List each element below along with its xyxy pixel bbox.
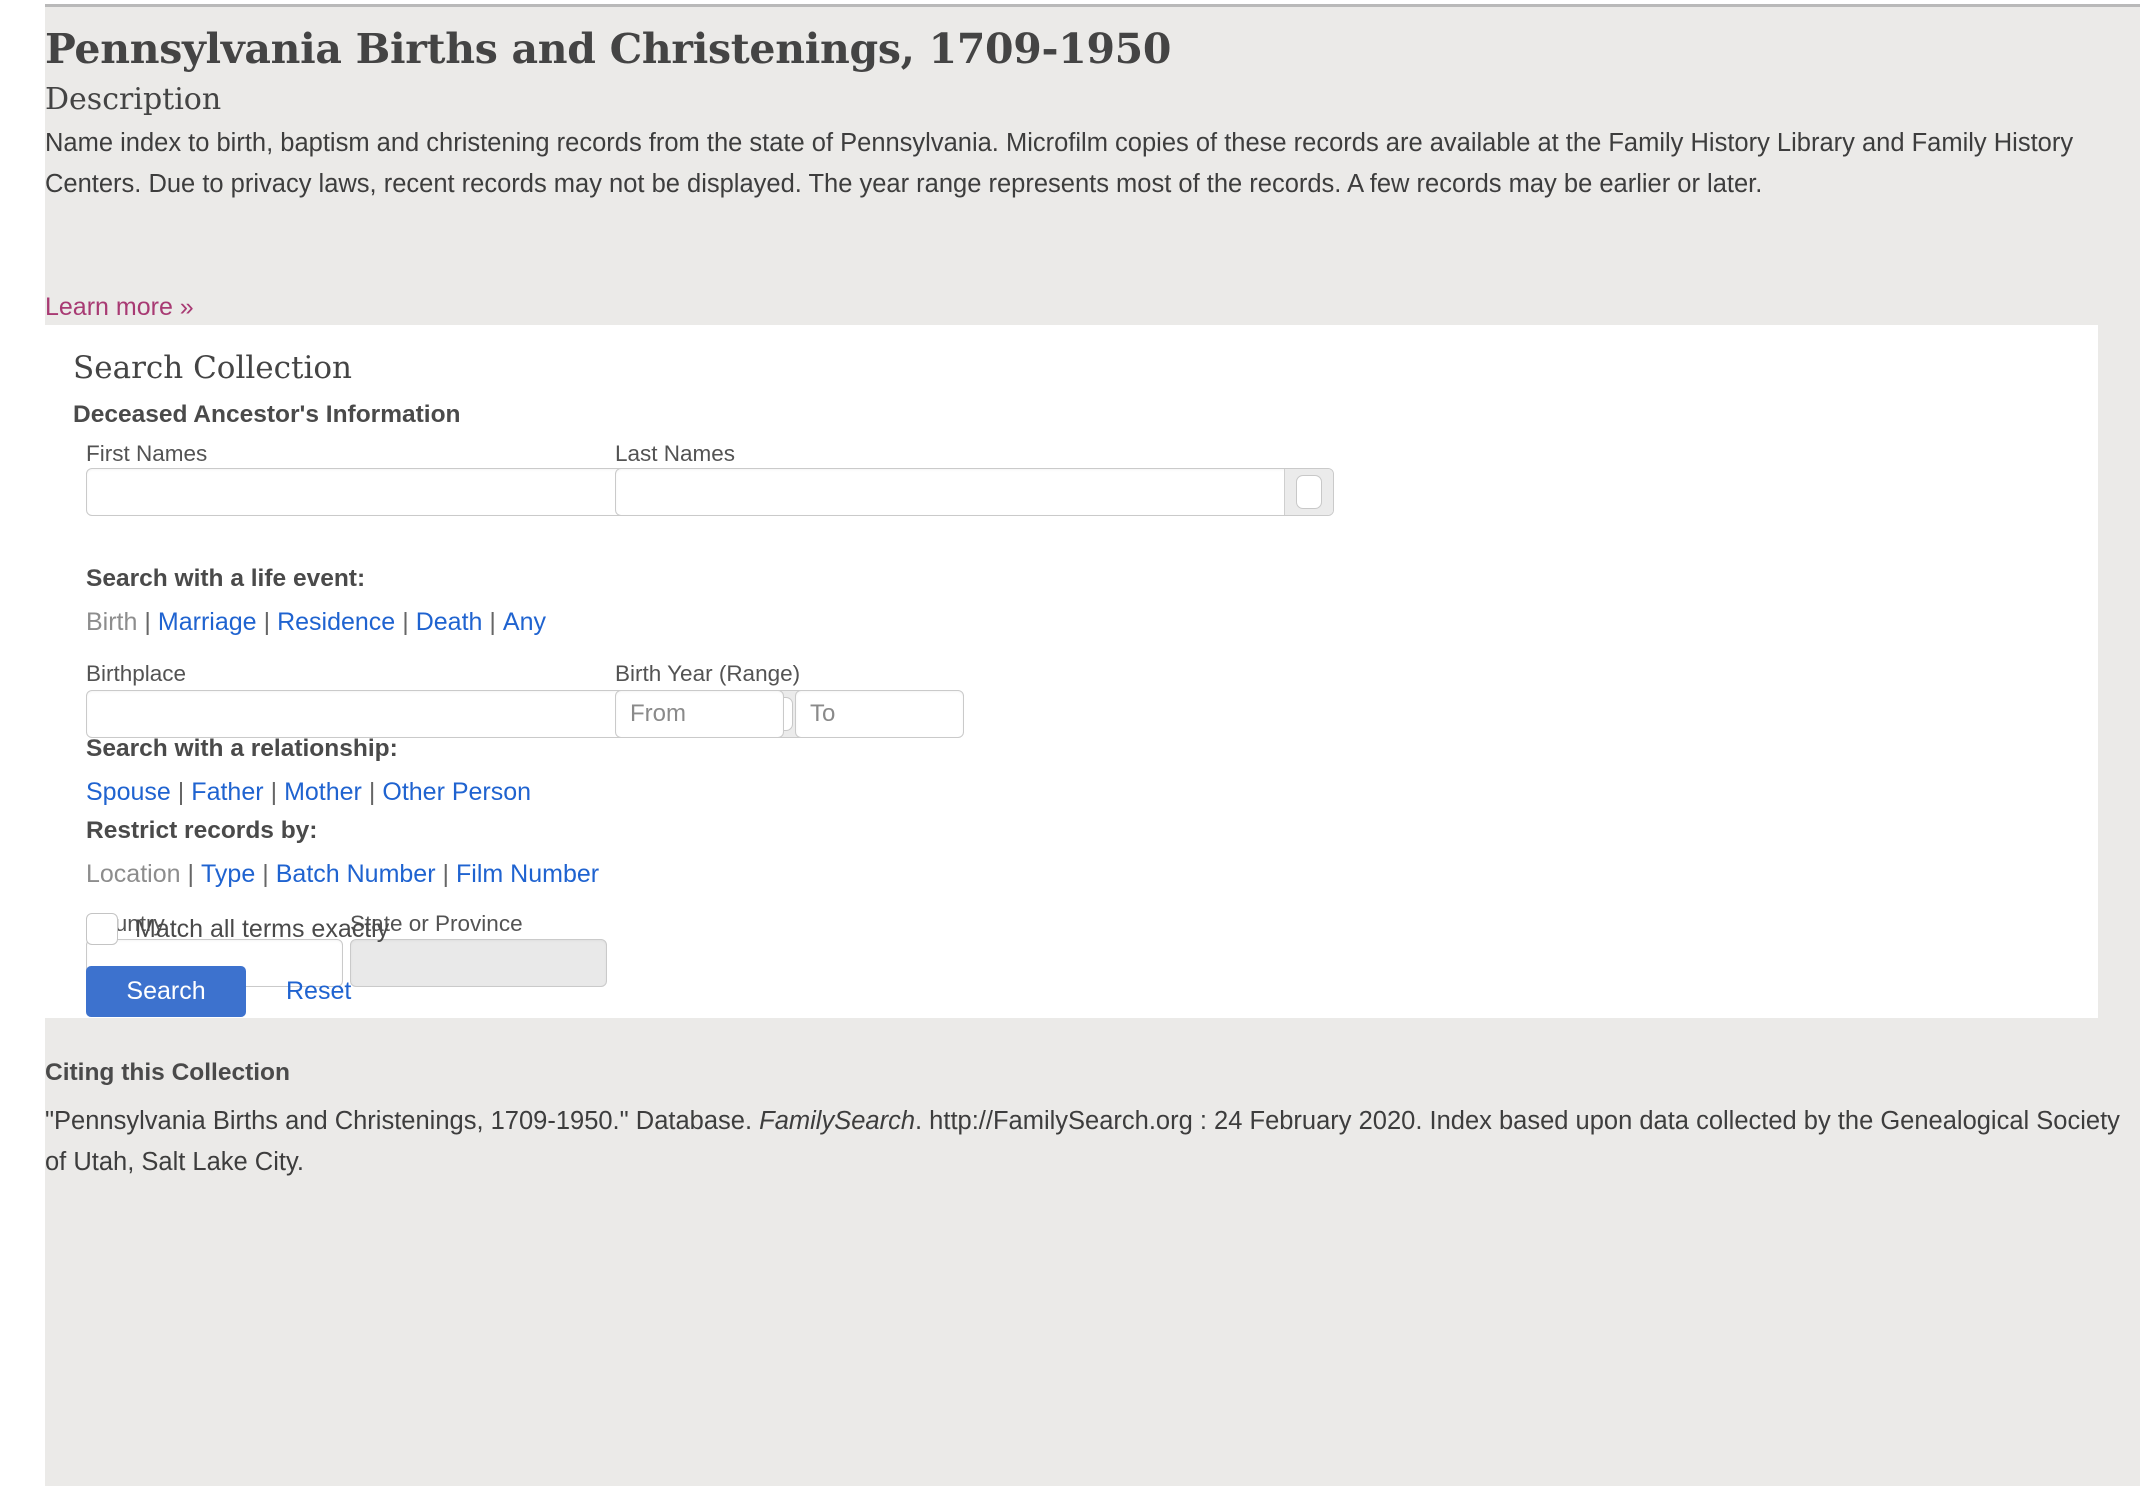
learn-more-link[interactable]: Learn more » [45,293,194,322]
birth-year-from-input[interactable] [615,690,784,738]
relationship-link-spouse[interactable]: Spouse [86,778,171,806]
relationship-link-mother[interactable]: Mother [284,778,362,806]
citation-part-1: "Pennsylvania Births and Christenings, 1… [45,1107,760,1135]
last-names-input[interactable] [616,469,1284,515]
relationship-section-heading: Search with a relationship: [86,735,398,762]
birthplace-label: Birthplace [86,661,187,686]
life-event-link-birth[interactable]: Birth [86,608,137,636]
life-event-link-residence[interactable]: Residence [277,608,395,636]
search-collection-card: Search Collection Deceased Ancestor's In… [45,325,2098,1018]
restrict-records-section-heading: Restrict records by: [86,817,318,844]
separator: | [262,860,269,888]
life-event-section-heading: Search with a life event: [86,565,366,592]
separator: | [442,860,450,888]
separator: | [144,608,151,636]
separator: | [270,778,278,806]
life-event-link-marriage[interactable]: Marriage [158,608,257,636]
page-title: Pennsylvania Births and Christenings, 17… [45,25,1172,73]
last-names-input-group[interactable] [615,468,1334,516]
match-all-terms-label: Match all terms exactly [135,914,390,943]
description-heading: Description [45,82,222,117]
separator: | [402,608,409,636]
birth-year-label: Birth Year (Range) [615,661,801,686]
last-names-label: Last Names [615,441,736,466]
restrict-records-links: Location | Type | Batch Number | Film Number [86,860,599,889]
state-or-province-input[interactable] [350,939,607,987]
restrict-link-type[interactable]: Type [201,860,255,888]
page-root: Pennsylvania Births and Christenings, 17… [0,0,2140,1486]
search-button[interactable]: Search [86,966,246,1017]
citing-collection-text: "Pennsylvania Births and Christenings, 1… [45,1101,2125,1183]
separator: | [263,608,271,636]
restrict-link-film-number[interactable]: Film Number [456,860,599,888]
checkbox-icon [1296,475,1322,509]
citing-collection-heading: Citing this Collection [45,1059,290,1086]
relationship-links: Spouse | Father | Mother | Other Person [86,778,531,807]
search-collection-title: Search Collection [73,350,352,386]
life-event-link-any[interactable]: Any [503,608,546,636]
citation-source-name: FamilySearch [759,1107,916,1135]
restrict-link-batch-number[interactable]: Batch Number [276,860,436,888]
relationship-link-father[interactable]: Father [191,778,263,806]
reset-button[interactable]: Reset [286,977,351,1006]
description-text: Name index to birth, baptism and christe… [45,129,2074,198]
relationship-link-other-person[interactable]: Other Person [382,778,531,806]
life-event-link-death[interactable]: Death [416,608,483,636]
restrict-link-location[interactable]: Location [86,860,181,888]
match-all-terms-checkbox[interactable] [86,913,118,945]
separator: | [187,860,195,888]
first-names-label: First Names [86,441,208,466]
life-event-links: Birth | Marriage | Residence | Death | Any [86,608,546,637]
last-names-exact-toggle[interactable] [1284,469,1333,515]
separator: | [177,778,185,806]
birth-year-to-input[interactable] [795,690,964,738]
content-panel: Pennsylvania Births and Christenings, 17… [45,4,2140,1486]
deceased-ancestor-section-heading: Deceased Ancestor's Information [73,401,461,428]
separator: | [368,778,376,806]
separator: | [489,608,496,636]
match-all-terms-row[interactable]: Match all terms exactly [86,913,389,945]
